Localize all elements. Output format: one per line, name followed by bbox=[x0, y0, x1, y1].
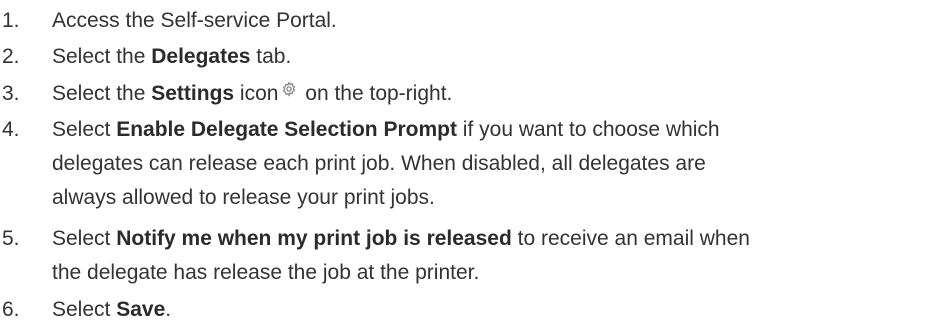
ui-term: Save bbox=[116, 298, 166, 321]
step-number: 5. bbox=[2, 227, 20, 250]
step-number: 2. bbox=[2, 45, 20, 68]
step-text: Select Enable Delegate Selection Prompt … bbox=[52, 118, 720, 209]
step-number: 4. bbox=[2, 118, 20, 141]
ui-term: Enable Delegate Selection Prompt bbox=[116, 118, 457, 141]
step-number: 1. bbox=[2, 9, 20, 32]
step-text: Select Notify me when my print job is re… bbox=[52, 227, 750, 284]
step-text: Select the Delegates tab. bbox=[52, 45, 292, 68]
step-text: Select Save. bbox=[52, 298, 172, 321]
step-number: 6. bbox=[2, 298, 20, 321]
step-text: Select the Settings icon on the top-righ… bbox=[52, 81, 453, 105]
ui-term: Notify me when my print job is released bbox=[116, 227, 512, 250]
ui-term: Delegates bbox=[151, 45, 251, 68]
ui-term: Settings bbox=[151, 82, 235, 105]
step-number: 3. bbox=[2, 82, 20, 105]
step-text: Access the Self-service Portal. bbox=[52, 9, 337, 32]
gear-icon bbox=[283, 81, 296, 97]
